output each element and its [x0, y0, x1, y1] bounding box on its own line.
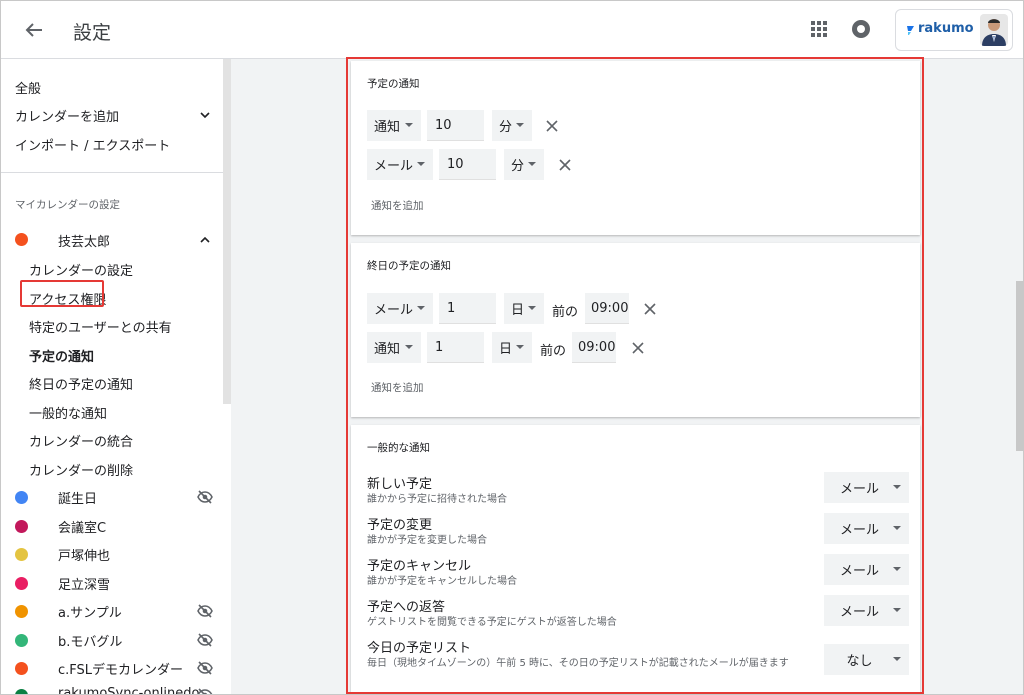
card-title: 予定の通知 [367, 78, 420, 90]
sidebar-scrollbar[interactable] [223, 59, 231, 404]
allday-notifications-card: 終日の予定の通知 メール 1 日 前の 09:00 通知 1 日 前の 09:0… [351, 243, 920, 417]
visibility-off-icon[interactable] [196, 631, 214, 649]
general-item-desc: ゲストリストを閲覧できる予定にゲストが返答した場合 [367, 617, 617, 628]
chevron-down-icon[interactable] [199, 109, 211, 121]
close-icon[interactable] [558, 158, 572, 172]
notification-value-input[interactable]: 10 [439, 149, 496, 180]
section-title: マイカレンダーの設定 [15, 199, 120, 211]
general-notification-select[interactable]: メール [824, 595, 909, 626]
before-label: 前の [552, 305, 579, 320]
card-title: 終日の予定の通知 [367, 260, 451, 272]
close-icon[interactable] [545, 119, 559, 133]
general-item-desc: 誰かが予定をキャンセルした場合 [367, 576, 517, 587]
general-notification-select[interactable]: メール [824, 513, 909, 544]
notification-unit-select[interactable]: 分 [504, 149, 544, 180]
add-notification-link[interactable]: 通知を追加 [371, 198, 424, 213]
brand-name: rakumo [918, 21, 974, 36]
settings-sidebar: 全般 カレンダーを追加 インポート / エクスポート マイカレンダーの設定 技芸… [1, 59, 223, 695]
notification-method-select[interactable]: 通知 [367, 110, 421, 141]
sidebar-item-share[interactable]: 特定のユーザーとの共有 [29, 317, 172, 336]
sidebar-item-calendar-settings[interactable]: カレンダーの設定 [29, 260, 133, 279]
general-notification-select[interactable]: メール [824, 554, 909, 585]
notification-value-input[interactable]: 1 [427, 332, 484, 363]
apps-grid-icon[interactable] [811, 21, 827, 37]
sidebar-item-integrate[interactable]: カレンダーの統合 [29, 431, 133, 450]
general-notifications-card: 一般的な通知 新しい予定 誰かから予定に招待された場合 メール 予定の変更 誰か… [351, 425, 920, 694]
notification-unit-select[interactable]: 日 [492, 332, 532, 363]
notification-unit-select[interactable]: 日 [504, 293, 544, 324]
sidebar-calendar-item[interactable]: b.モバグル [58, 631, 122, 650]
sidebar-item-delete[interactable]: カレンダーの削除 [29, 460, 133, 479]
general-item-desc: 誰かから予定に招待された場合 [367, 494, 507, 505]
general-item-desc: 毎日（現地タイムゾーンの）午前 5 時に、その日の予定リストが記載されたメールが… [367, 658, 789, 669]
app-header: 設定 rakumo [1, 1, 1023, 59]
calendar-color-dot [15, 520, 28, 533]
notification-method-select[interactable]: メール [367, 293, 433, 324]
main-scrollbar[interactable] [1016, 281, 1023, 451]
active-item-highlight [20, 280, 104, 307]
add-notification-link[interactable]: 通知を追加 [371, 380, 424, 395]
card-title: 一般的な通知 [367, 442, 430, 454]
account-switcher[interactable]: rakumo [895, 9, 1013, 51]
calendar-color-dot [15, 605, 28, 618]
sidebar-divider [1, 172, 223, 173]
general-item-desc: 誰かが予定を変更した場合 [367, 535, 487, 546]
sidebar-calendar-item[interactable]: 会議室C [58, 517, 106, 536]
sidebar-item-general[interactable]: 全般 [15, 78, 41, 97]
general-item-title: 今日の予定リスト [367, 641, 472, 656]
before-label: 前の [540, 344, 567, 359]
general-notification-select[interactable]: メール [824, 472, 909, 503]
sidebar-calendar-item[interactable]: 足立深雪 [58, 574, 110, 593]
sidebar-calendar-item[interactable]: rakumoSync-onlinedo [58, 686, 199, 694]
avatar[interactable] [980, 14, 1008, 46]
visibility-off-icon[interactable] [196, 602, 214, 620]
general-notification-select[interactable]: なし [824, 644, 909, 675]
visibility-off-icon[interactable] [196, 488, 214, 506]
notification-time-input[interactable]: 09:00 [585, 293, 629, 324]
notification-value-input[interactable]: 10 [427, 110, 484, 141]
calendar-color-dot [15, 491, 28, 504]
sidebar-item-general-notifications[interactable]: 一般的な通知 [29, 403, 107, 422]
sidebar-calendar-item[interactable]: 戸塚伸也 [58, 545, 110, 564]
sidebar-item-allday-notifications[interactable]: 終日の予定の通知 [29, 374, 133, 393]
calendar-color-dot [15, 577, 28, 590]
notification-method-select[interactable]: 通知 [367, 332, 421, 363]
visibility-off-icon[interactable] [196, 686, 214, 695]
visibility-off-icon[interactable] [196, 659, 214, 677]
calendar-color-dot [15, 233, 28, 246]
sidebar-calendar-item[interactable]: 誕生日 [58, 488, 97, 507]
notification-time-input[interactable]: 09:00 [572, 332, 616, 363]
page-title: 設定 [73, 22, 112, 44]
calendar-color-dot [15, 662, 28, 675]
back-arrow-icon[interactable] [19, 15, 49, 45]
calendar-color-dot [15, 689, 28, 694]
close-icon[interactable] [643, 302, 657, 316]
notification-value-input[interactable]: 1 [439, 293, 496, 324]
notification-unit-select[interactable]: 分 [492, 110, 532, 141]
event-notifications-card: 予定の通知 通知 10 分 メール 10 分 通知を追加 [351, 61, 920, 235]
sidebar-item-import-export[interactable]: インポート / エクスポート [15, 135, 170, 154]
sidebar-item-add-calendar[interactable]: カレンダーを追加 [15, 106, 119, 125]
notifications-icon[interactable] [852, 20, 870, 38]
notification-method-select[interactable]: メール [367, 149, 433, 180]
calendar-color-dot [15, 548, 28, 561]
sidebar-calendar-item[interactable]: a.サンプル [58, 602, 122, 621]
calendar-color-dot [15, 634, 28, 647]
close-icon[interactable] [631, 341, 645, 355]
sidebar-owner-calendar[interactable]: 技芸太郎 [58, 231, 110, 250]
brand-logo-icon [907, 26, 914, 35]
chevron-up-icon[interactable] [199, 234, 211, 246]
window: 設定 rakumo 全般 カレンダーを追加 インポート / エクスポート マイカ… [0, 0, 1024, 695]
sidebar-calendar-item[interactable]: c.FSLデモカレンダー [58, 659, 183, 678]
sidebar-item-event-notifications[interactable]: 予定の通知 [29, 346, 94, 365]
